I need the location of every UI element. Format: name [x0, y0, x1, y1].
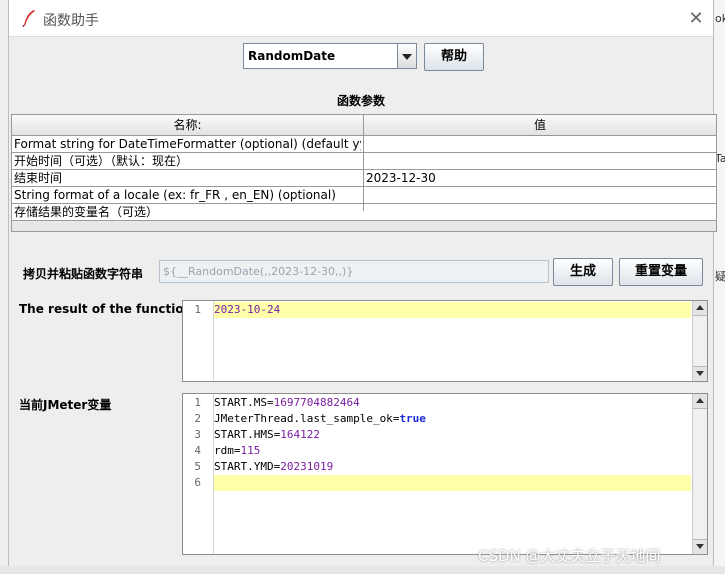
- line-number-gutter: 1 2 3 4 5 6: [183, 394, 214, 554]
- result-editor[interactable]: 1 2023-10-24: [182, 300, 708, 382]
- column-header-name[interactable]: 名称:: [12, 115, 363, 135]
- table-row[interactable]: String format of a locale (ex: fr_FR , e…: [12, 187, 716, 204]
- variable-line: rdm=115: [214, 443, 691, 459]
- param-name: 存储结果的变量名（可选）: [14, 205, 159, 219]
- vertical-scrollbar[interactable]: [692, 301, 707, 381]
- variable-key: START.HMS: [214, 428, 274, 441]
- help-button[interactable]: 帮助: [424, 43, 484, 71]
- result-line: 2023-10-24: [214, 302, 691, 318]
- param-name: 开始时间（可选）（默认：现在）: [14, 154, 189, 168]
- background-window-bottom: [0, 566, 725, 574]
- scroll-up-icon[interactable]: [693, 394, 707, 409]
- variable-value: 115: [240, 444, 261, 457]
- variable-key: JMeterThread.last_sample_ok: [214, 412, 393, 425]
- line-number: 5: [194, 460, 201, 473]
- param-name: Format string for DateTimeFormatter (opt…: [14, 137, 361, 151]
- line-number-gutter: 1: [183, 301, 214, 381]
- variable-value: 1697704882464: [273, 396, 360, 409]
- param-value[interactable]: [366, 136, 711, 152]
- variable-key: rdm: [214, 444, 234, 457]
- params-table-header: 名称: 值: [12, 115, 716, 136]
- table-row[interactable]: Format string for DateTimeFormatter (opt…: [12, 136, 716, 153]
- variable-line: JMeterThread.last_sample_ok=true: [214, 411, 691, 427]
- param-value[interactable]: [366, 204, 711, 220]
- vertical-scrollbar[interactable]: [692, 394, 707, 554]
- close-button[interactable]: ✕: [685, 8, 707, 30]
- jmeter-vars-label: 当前JMeter变量: [19, 398, 112, 412]
- column-divider: [363, 115, 364, 211]
- variable-line: START.MS=1697704882464: [214, 395, 691, 411]
- function-string-field[interactable]: ${__RandomDate(,,2023-12-30,,)}: [159, 260, 549, 283]
- reset-variables-button[interactable]: 重置变量: [619, 258, 703, 286]
- variable-line: START.HMS=164122: [214, 427, 691, 443]
- line-number: 4: [194, 444, 201, 457]
- feather-icon: [22, 10, 35, 27]
- variable-value: 164122: [280, 428, 320, 441]
- function-select-value: RandomDate: [248, 49, 336, 63]
- scroll-down-icon[interactable]: [693, 366, 707, 381]
- function-select[interactable]: RandomDate: [243, 43, 417, 69]
- variable-line: START.YMD=20231019: [214, 459, 691, 475]
- close-icon: ✕: [688, 8, 704, 29]
- column-header-value[interactable]: 值: [364, 115, 716, 135]
- params-table: 名称: 值 Format string for DateTimeFormatte…: [11, 114, 717, 232]
- param-name: String format of a locale (ex: fr_FR , e…: [14, 188, 336, 202]
- variable-value: 20231019: [280, 460, 334, 473]
- background-fragment: 疑: [715, 270, 725, 283]
- result-label: The result of the function is: [19, 302, 208, 316]
- variable-key: START.YMD: [214, 460, 274, 473]
- watermark: CSDN @大丈夫立于天地间: [478, 547, 661, 565]
- function-helper-dialog: 函数助手 ✕ RandomDate 帮助 函数参数 名称: 值 Format s…: [8, 0, 717, 566]
- equals-sign: =: [266, 396, 274, 409]
- param-value[interactable]: 2023-12-30: [366, 170, 711, 186]
- param-value[interactable]: [366, 187, 711, 203]
- table-row[interactable]: 开始时间（可选）（默认：现在）: [12, 153, 716, 170]
- line-number: 6: [194, 476, 201, 489]
- copy-label: 拷贝并粘贴函数字符串: [23, 267, 144, 281]
- window-title: 函数助手: [43, 13, 99, 29]
- chevron-down-icon[interactable]: [397, 44, 416, 68]
- param-name: 结束时间: [14, 171, 63, 185]
- params-title: 函数参数: [336, 94, 385, 108]
- line-number: 2: [194, 412, 201, 425]
- line-number: 1: [194, 303, 201, 316]
- variable-value: true: [399, 412, 426, 425]
- line-number: 3: [194, 428, 201, 441]
- result-value: 2023-10-24: [214, 303, 281, 316]
- equals-sign: =: [233, 444, 241, 457]
- table-row[interactable]: 存储结果的变量名（可选）: [12, 204, 716, 221]
- scroll-up-icon[interactable]: [693, 301, 707, 316]
- variable-line-current[interactable]: [214, 475, 691, 491]
- table-row[interactable]: 结束时间 2023-12-30: [12, 170, 716, 187]
- jmeter-vars-editor[interactable]: 1 2 3 4 5 6 START.MS=1697704882464 JMete…: [182, 393, 708, 555]
- variable-key: START.MS: [214, 396, 267, 409]
- background-fragment: ok: [715, 12, 725, 25]
- scroll-down-icon[interactable]: [693, 539, 707, 554]
- title-bar: 函数助手 ✕: [9, 0, 713, 37]
- generate-button[interactable]: 生成: [553, 258, 613, 286]
- line-number: 1: [194, 396, 201, 409]
- param-value[interactable]: [366, 153, 711, 169]
